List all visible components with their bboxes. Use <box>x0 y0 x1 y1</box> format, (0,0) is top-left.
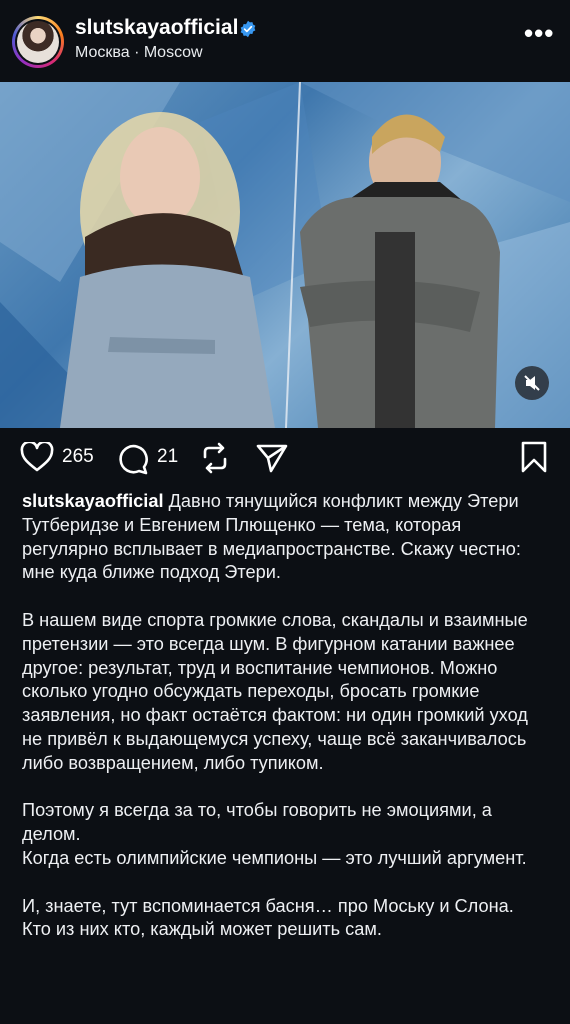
avatar-photo <box>17 21 59 63</box>
caption-paragraph: Поэтому я всегда за то, чтобы говорить н… <box>22 800 492 845</box>
caption-paragraph: И, знаете, тут вспоминается басня… про М… <box>22 895 514 916</box>
share-send-icon[interactable] <box>255 442 289 474</box>
post-username[interactable]: slutskayaofficial <box>75 16 238 40</box>
video-muted-icon <box>524 375 540 391</box>
post-location[interactable]: Москва · Moscow <box>75 44 203 62</box>
like-heart-icon[interactable] <box>20 442 54 472</box>
likes-count[interactable]: 265 <box>62 446 94 468</box>
post-media[interactable] <box>0 82 570 428</box>
repost-icon[interactable] <box>199 441 231 475</box>
save-bookmark-icon[interactable] <box>520 440 548 474</box>
post-caption: slutskayaofficial Давно тянущийся конфли… <box>22 490 550 966</box>
caption-username[interactable]: slutskayaofficial <box>22 491 164 511</box>
mute-button[interactable] <box>515 366 549 400</box>
caption-paragraph: В нашем виде спорта громкие слова, сканд… <box>22 609 528 773</box>
more-options-icon[interactable]: ••• <box>524 18 554 49</box>
avatar[interactable] <box>12 16 64 68</box>
media-photo <box>0 82 570 428</box>
post-header: slutskayaofficial Москва · Moscow ••• <box>0 0 570 82</box>
caption-paragraph: slutskayaofficial Давно тянущийся конфли… <box>22 491 521 583</box>
caption-paragraph: Кто из них кто, каждый может решить сам. <box>22 919 382 940</box>
caption-paragraph: Когда есть олимпийские чемпионы — это лу… <box>22 847 527 868</box>
comment-icon[interactable] <box>117 443 149 475</box>
verified-badge-icon <box>240 20 256 38</box>
comments-count[interactable]: 21 <box>157 446 178 468</box>
